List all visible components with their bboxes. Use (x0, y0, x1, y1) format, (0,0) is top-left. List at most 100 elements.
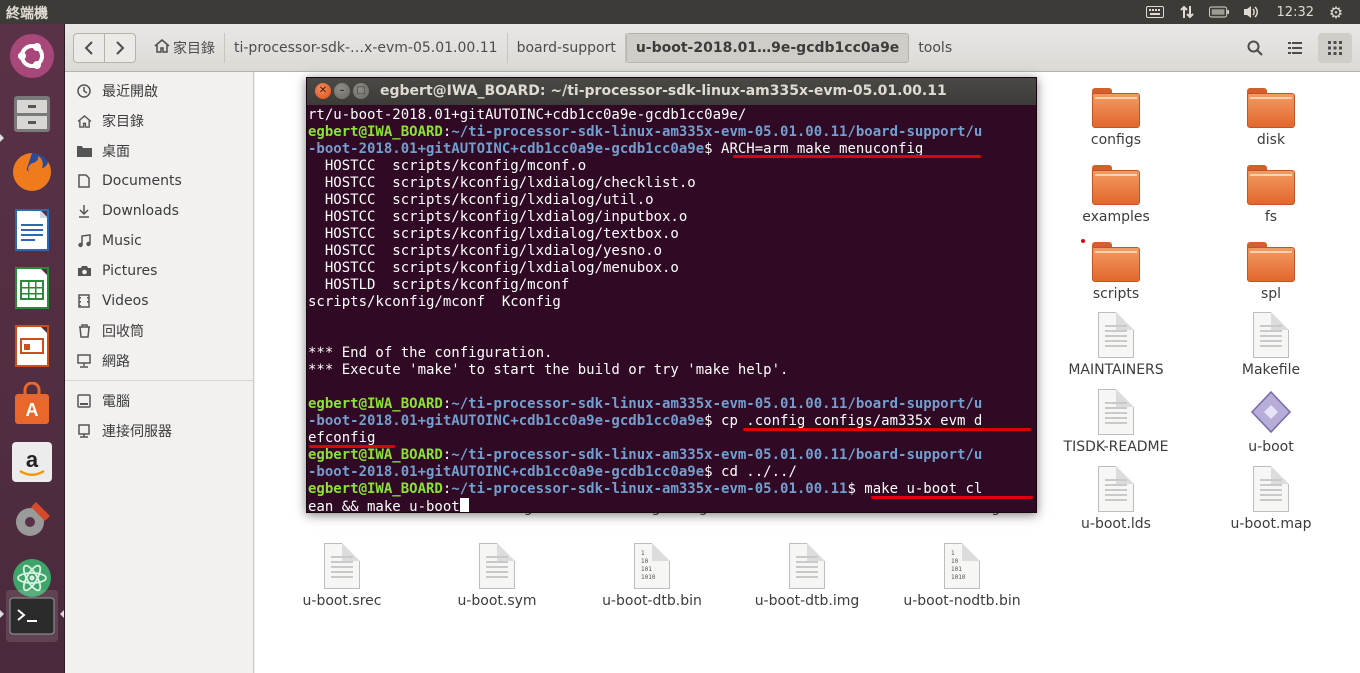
calc-icon[interactable] (6, 262, 58, 314)
gear-icon[interactable]: ⚙ (1326, 3, 1346, 22)
file-item-u-boot-dtb-bin[interactable]: 1 10 101 1010 u-boot-dtb.bin (572, 543, 732, 609)
sidebar-item-connect-server[interactable]: 連接伺服器 (65, 417, 253, 445)
file-item-makefile[interactable]: Makefile (1191, 312, 1351, 378)
maximize-button[interactable]: □ (353, 83, 369, 99)
terminal-text: efconfig (308, 430, 376, 446)
terminal-line: HOSTCC scripts/kconfig/lxdialog/inputbox… (308, 209, 1036, 226)
file-item-fs[interactable]: fs (1191, 165, 1351, 225)
file-item-u-boot[interactable]: u-boot (1191, 389, 1351, 455)
grid-view-button[interactable] (1318, 33, 1352, 63)
breadcrumb: 家目錄 ti-processor-sdk-…x-evm-05.01.00.11 … (145, 33, 961, 63)
annotation-underline (733, 155, 981, 158)
breadcrumb-tools[interactable]: tools (909, 33, 961, 63)
sidebar-item-network[interactable]: 網路 (65, 347, 253, 375)
file-item-configs[interactable]: configs (1036, 88, 1196, 148)
file-name: u-boot-dtb.bin (602, 593, 702, 609)
file-cabinet-icon[interactable] (6, 88, 58, 140)
firefox-icon[interactable] (6, 146, 58, 198)
battery-icon[interactable] (1208, 4, 1229, 20)
network-transfer-icon[interactable] (1177, 4, 1197, 20)
annotation-underline (743, 428, 1031, 431)
breadcrumb-sdk[interactable]: ti-processor-sdk-…x-evm-05.01.00.11 (225, 33, 508, 63)
file-name: u-boot.map (1230, 516, 1312, 532)
file-item-tisdk-readme[interactable]: TISDK-README (1036, 389, 1196, 455)
headerbar-actions (1238, 33, 1352, 63)
file-name: u-boot (1248, 439, 1294, 455)
minimize-button[interactable]: – (334, 83, 350, 99)
sidebar-item-desktop[interactable]: 桌面 (65, 137, 253, 165)
sidebar-item-computer[interactable]: 電腦 (65, 387, 253, 415)
writer-icon[interactable] (6, 204, 58, 256)
forward-button[interactable] (104, 33, 136, 63)
sidebar-item-label: 最近開啟 (102, 84, 158, 100)
sidebar-item-trash[interactable]: 回收筒 (65, 317, 253, 345)
file-item-examples[interactable]: examples (1036, 165, 1196, 225)
sidebar-item-music[interactable]: Music (65, 227, 253, 255)
file-name: spl (1260, 286, 1282, 302)
clock-icon (75, 84, 93, 98)
sidebar-item-pictures[interactable]: Pictures (65, 257, 253, 285)
file-item-scripts[interactable]: scripts (1036, 242, 1196, 302)
network-icon (75, 354, 93, 368)
file-item-u-boot-srec[interactable]: u-boot.srec (262, 543, 422, 609)
sidebar-item-label: Videos (102, 293, 149, 309)
launcher: A a (0, 24, 65, 673)
volume-icon[interactable] (1241, 4, 1261, 20)
file-item-disk[interactable]: disk (1191, 88, 1351, 148)
sidebar-item-label: 家目錄 (102, 114, 144, 130)
sidebar-item-home[interactable]: 家目錄 (65, 107, 253, 135)
shopping-bag-icon[interactable]: A (6, 378, 58, 430)
back-button[interactable] (73, 33, 105, 63)
sidebar-item-documents[interactable]: Documents (65, 167, 253, 195)
minimize-icon: – (339, 85, 345, 96)
file-item-spl[interactable]: spl (1191, 242, 1351, 302)
terminal-line: rt/u-boot-2018.01+gitAUTOINC+cdb1cc0a9e-… (308, 107, 1036, 124)
impress-icon[interactable] (6, 320, 58, 372)
list-view-button[interactable] (1278, 33, 1312, 63)
terminal-line: efconfig (308, 430, 1036, 447)
file-item-u-boot-lds[interactable]: u-boot.lds (1036, 466, 1196, 532)
terminal-text: *** Execute 'make' to start the build or… (308, 362, 789, 378)
file-item-u-boot-map[interactable]: u-boot.map (1191, 466, 1351, 532)
breadcrumb-u-boot[interactable]: u-boot-2018.01…9e-gcdb1cc0a9e (625, 33, 910, 63)
annotation-underline (309, 445, 395, 448)
terminal-output[interactable]: rt/u-boot-2018.01+gitAUTOINC+cdb1cc0a9e-… (308, 107, 1036, 512)
download-icon (75, 204, 93, 218)
search-button[interactable] (1238, 33, 1272, 63)
folder-icon (1247, 88, 1295, 128)
ubuntu-logo-icon[interactable] (6, 30, 58, 82)
terminal-icon[interactable] (6, 590, 58, 642)
prompt-path: -boot-2018.01+gitAUTOINC+cdb1cc0a9e-gcdb… (308, 464, 705, 480)
terminal-window[interactable]: ✕ – □ egbert@IWA_BOARD: ~/ti-processor-s… (306, 77, 1037, 513)
file-item-u-boot-sym[interactable]: u-boot.sym (417, 543, 577, 609)
settings-tools-icon[interactable] (6, 494, 58, 546)
terminal-line: -boot-2018.01+gitAUTOINC+cdb1cc0a9e-gcdb… (308, 464, 1036, 481)
clock-time[interactable]: 12:32 (1277, 5, 1314, 20)
trash-icon (75, 324, 93, 338)
file-item-u-boot-nodtb-bin[interactable]: 1 10 101 1010 u-boot-nodtb.bin (882, 543, 1042, 609)
sidebar-item-downloads[interactable]: Downloads (65, 197, 253, 225)
terminal-titlebar[interactable]: ✕ – □ egbert@IWA_BOARD: ~/ti-processor-s… (307, 78, 1036, 105)
amazon-icon[interactable]: a (6, 436, 58, 488)
file-item-u-boot-dtb-img[interactable]: u-boot-dtb.img (727, 543, 887, 609)
close-button[interactable]: ✕ (315, 83, 331, 99)
terminal-line: egbert@IWA_BOARD:~/ti-processor-sdk-linu… (308, 124, 1036, 141)
terminal-line: scripts/kconfig/mconf Kconfig (308, 294, 1036, 311)
keyboard-icon[interactable] (1145, 4, 1165, 20)
terminal-text: $ cd ../../ (704, 464, 797, 480)
grid-view-icon (1328, 41, 1342, 55)
svg-text:a: a (26, 447, 39, 472)
terminal-text: HOSTCC scripts/kconfig/lxdialog/yesno.o (308, 243, 663, 259)
home-icon (154, 39, 170, 57)
file-item-maintainers[interactable]: MAINTAINERS (1036, 312, 1196, 378)
file-name: scripts (1092, 286, 1140, 302)
terminal-text: HOSTLD scripts/kconfig/mconf (308, 277, 570, 293)
system-tray: 12:32 ⚙ (1145, 0, 1360, 24)
text-file-icon (1098, 389, 1134, 435)
file-name: u-boot-dtb.img (754, 593, 860, 609)
breadcrumb-home[interactable]: 家目錄 (145, 33, 225, 63)
sidebar-item-recent[interactable]: 最近開啟 (65, 77, 253, 105)
breadcrumb-board-support[interactable]: board-support (508, 33, 626, 63)
sidebar-item-videos[interactable]: Videos (65, 287, 253, 315)
server-icon (75, 424, 93, 438)
